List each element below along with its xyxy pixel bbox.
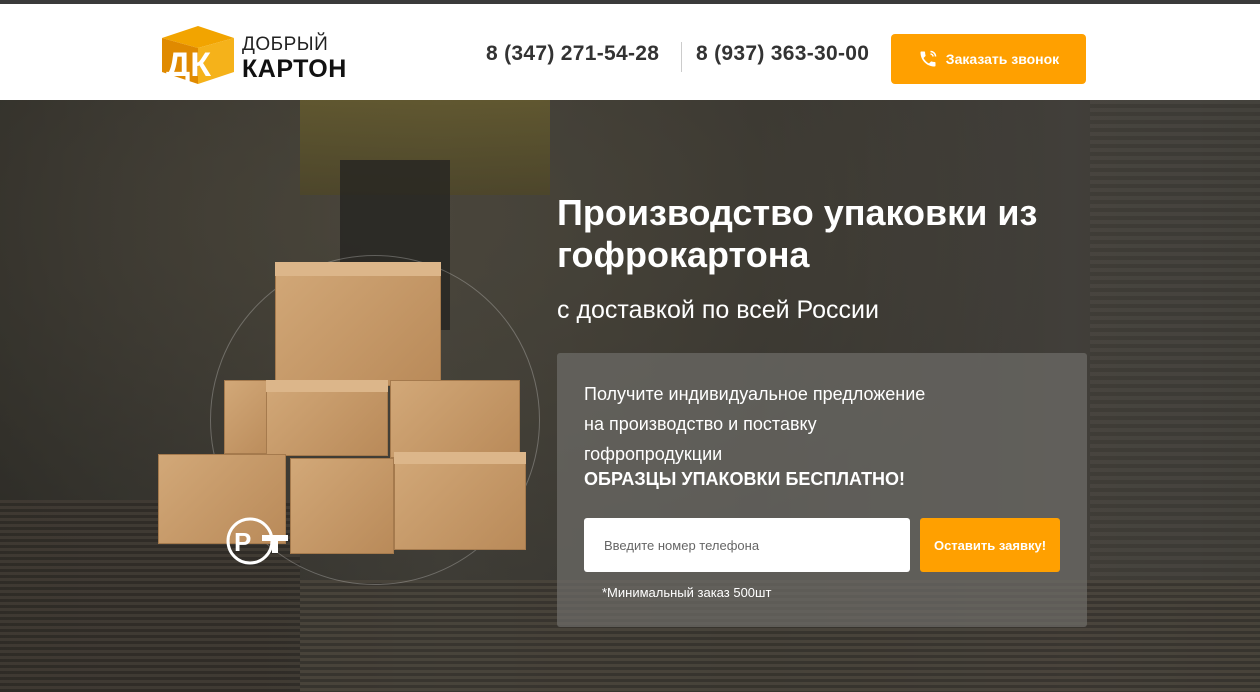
hero-subtitle: с доставкой по всей России [557, 296, 879, 324]
hero-section: Р Производство упаковки из гофрокартона … [0, 100, 1260, 692]
phone-input[interactable] [584, 518, 910, 572]
site-header: ДК ДОБРЫЙ КАРТОН 8 (347) 271-54-28 8 (93… [0, 4, 1260, 100]
request-call-label: Заказать звонок [945, 51, 1060, 67]
logo-box-icon: ДК [162, 26, 234, 84]
offer-line-2: на производство и поставку [584, 414, 817, 434]
logo-text-top: ДОБРЫЙ [242, 34, 329, 55]
phone-link-1[interactable]: 8 (347) 271-54-28 [486, 42, 659, 66]
free-samples-text: ОБРАЗЦЫ УПАКОВКИ БЕСПЛАТНО! [584, 469, 906, 489]
logo-text-bottom: КАРТОН [242, 55, 347, 83]
lead-form-panel: Получите индивидуальное предложение на п… [557, 353, 1087, 627]
phone-icon [920, 50, 937, 67]
offer-text: Получите индивидуальное предложение на п… [584, 379, 1004, 469]
hero-title: Производство упаковки из гофрокартона [557, 192, 1038, 275]
request-call-button[interactable]: Заказать звонок [891, 34, 1086, 84]
offer-line-3: гофропродукции [584, 444, 723, 464]
offer-line-1: Получите индивидуальное предложение [584, 384, 926, 404]
phone-link-2[interactable]: 8 (937) 363-30-00 [696, 42, 869, 66]
svg-text:ДК: ДК [166, 46, 211, 84]
phone-divider [681, 42, 682, 72]
submit-request-button[interactable]: Оставить заявку! [920, 518, 1060, 572]
logo[interactable]: ДК ДОБРЫЙ КАРТОН [156, 24, 356, 88]
svg-text:Р: Р [234, 527, 251, 557]
min-order-note: *Минимальный заказ 500шт [602, 585, 772, 600]
rst-certification-icon: Р [226, 517, 288, 565]
